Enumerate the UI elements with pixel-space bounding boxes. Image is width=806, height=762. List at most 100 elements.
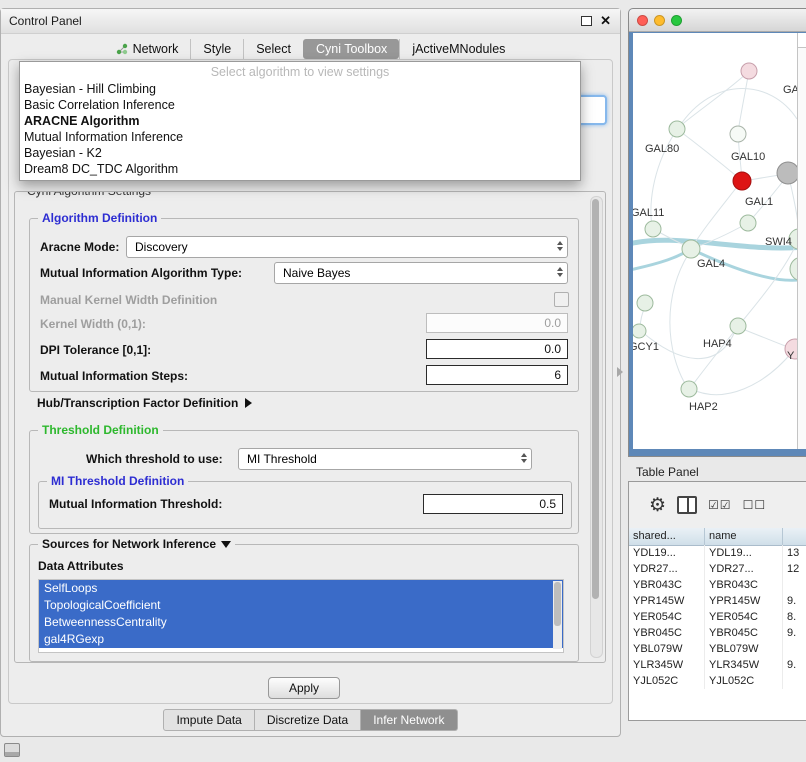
node-label: GAL11 (633, 207, 664, 219)
network-node[interactable] (633, 324, 646, 338)
settings-scrollbar[interactable] (590, 196, 603, 658)
scrollbar-button[interactable] (798, 33, 806, 48)
network-node[interactable] (741, 63, 757, 79)
algorithm-option-basic-correlation-inference[interactable]: Basic Correlation Inference (20, 97, 580, 113)
network-edge (679, 88, 797, 127)
table-row[interactable]: YLR345WYLR345W9. (629, 657, 806, 673)
node-label: GAL80 (645, 143, 679, 155)
table-cell: YLR345W (705, 657, 783, 673)
select-all-icon[interactable]: ☑☑ (708, 498, 732, 512)
tab-network[interactable]: Network (104, 39, 191, 59)
table-row[interactable]: YER054CYER054C8. (629, 609, 806, 625)
sources-title-text: Sources for Network Inference (42, 537, 216, 551)
gear-icon[interactable]: ⚙ (649, 496, 666, 515)
network-canvas[interactable]: GAL80GAL10GAL11GAL1SWI4GAL4GCY1HAP4HAP2G… (633, 33, 798, 449)
algorithm-definition-group: Algorithm Definition Aracne Mode: Discov… (29, 218, 579, 392)
data-attribute-item[interactable]: gal4RGexp (39, 631, 563, 648)
table-cell: YJL052C (629, 673, 705, 689)
aracne-mode-combo[interactable]: Discovery (126, 236, 568, 258)
mi-type-combo[interactable]: Naive Bayes (274, 262, 568, 284)
data-attributes-label: Data Attributes (38, 559, 124, 573)
list-scrollbar[interactable] (553, 581, 562, 649)
dpi-tolerance-field[interactable]: 0.0 (426, 339, 568, 359)
table-cell (783, 641, 806, 657)
table-cell: YDL19... (629, 545, 705, 561)
table-cell: 9. (783, 625, 806, 641)
sources-group-title[interactable]: Sources for Network Inference (38, 537, 235, 551)
network-window: GAL80GAL10GAL11GAL1SWI4GAL4GCY1HAP4HAP2G… (628, 8, 806, 457)
table-cell: YBL079W (629, 641, 705, 657)
dropdown-placeholder: Select algorithm to view settings (20, 64, 580, 81)
network-node[interactable] (733, 172, 751, 190)
close-icon[interactable]: ✕ (600, 13, 611, 29)
network-node[interactable] (645, 221, 661, 237)
network-node[interactable] (681, 381, 697, 397)
mi-threshold-field[interactable]: 0.5 (423, 494, 563, 514)
tab-label: Network (133, 42, 179, 56)
bottom-tabs: Impute DataDiscretize DataInfer Network (1, 709, 620, 731)
tab-style[interactable]: Style (190, 39, 243, 59)
mac-zoom-button[interactable] (671, 15, 682, 26)
table-row[interactable]: YBR043CYBR043C (629, 577, 806, 593)
mi-steps-field[interactable]: 6 (426, 365, 568, 385)
tab-cyni-toolbox[interactable]: Cyni Toolbox (303, 39, 399, 59)
mi-steps-value: 6 (554, 368, 561, 382)
network-node[interactable] (669, 121, 685, 137)
algorithm-option-mutual-information-inference[interactable]: Mutual Information Inference (20, 129, 580, 145)
data-attribute-item[interactable]: SelfLoops (39, 580, 563, 597)
mac-minimize-button[interactable] (654, 15, 665, 26)
table-row[interactable]: YBR045CYBR045C9. (629, 625, 806, 641)
splitter-handle[interactable] (617, 367, 623, 377)
scrollbar-thumb[interactable] (592, 199, 599, 599)
float-panel-icon[interactable] (581, 16, 592, 26)
panel-dock-icon[interactable] (4, 743, 20, 757)
algorithm-option-bayesian-k2[interactable]: Bayesian - K2 (20, 145, 580, 161)
data-attribute-item[interactable]: TopologicalCoefficient (39, 597, 563, 614)
column-header[interactable]: shared... (629, 528, 705, 545)
network-edge (679, 73, 747, 127)
network-node[interactable] (730, 126, 746, 142)
algorithm-option-dream8-dc-tdc-algorithm[interactable]: Dream8 DC_TDC Algorithm (20, 161, 580, 177)
network-node[interactable] (740, 215, 756, 231)
table-row[interactable]: YBL079WYBL079W (629, 641, 806, 657)
table-row[interactable]: YDL19...YDL19...13 (629, 545, 806, 561)
table-panel-title: Table Panel (636, 465, 699, 479)
manual-kernel-label: Manual Kernel Width Definition (40, 293, 217, 307)
tab-select[interactable]: Select (243, 39, 303, 59)
bottom-tab-impute-data[interactable]: Impute Data (163, 709, 254, 731)
data-attributes-list[interactable]: SelfLoopsTopologicalCoefficientBetweenne… (38, 579, 564, 653)
table-cell: 9. (783, 593, 806, 609)
bottom-tab-infer-network[interactable]: Infer Network (361, 709, 457, 731)
table-cell: YBR043C (705, 577, 783, 593)
apply-button[interactable]: Apply (268, 677, 340, 699)
table-cell: YBR045C (629, 625, 705, 641)
mi-type-label: Mutual Information Algorithm Type: (40, 266, 242, 280)
network-node[interactable] (682, 240, 700, 258)
table-row[interactable]: YJL052CYJL052C (629, 673, 806, 689)
network-node[interactable] (777, 162, 798, 184)
algorithm-option-aracne-algorithm[interactable]: ARACNE Algorithm (20, 113, 580, 129)
data-attribute-item[interactable]: BetweennessCentrality (39, 614, 563, 631)
table-cell: 13 (783, 545, 806, 561)
network-scrollbar[interactable] (797, 33, 806, 449)
manual-kernel-checkbox[interactable] (554, 292, 569, 307)
table-cell: YPR145W (629, 593, 705, 609)
bottom-tab-discretize-data[interactable]: Discretize Data (255, 709, 361, 731)
cyni-algorithm-settings-group: Cyni Algorithm Settings Algorithm Defini… (14, 191, 606, 663)
table-row[interactable]: YPR145WYPR145W9. (629, 593, 806, 609)
tab-jactivemnodules[interactable]: jActiveMNodules (399, 39, 517, 59)
table-row[interactable]: YDR27...YDR27...12 (629, 561, 806, 577)
dpi-tolerance-value: 0.0 (544, 342, 561, 356)
column-header[interactable] (783, 528, 806, 545)
mac-close-button[interactable] (637, 15, 648, 26)
deselect-all-icon[interactable]: ☐☐ (743, 498, 767, 512)
network-node[interactable] (730, 318, 746, 334)
column-selector-icon[interactable] (677, 496, 697, 514)
algorithm-option-bayesian-hill-climbing[interactable]: Bayesian - Hill Climbing (20, 81, 580, 97)
network-icon (116, 43, 128, 55)
column-header[interactable]: name (705, 528, 783, 545)
network-node[interactable] (637, 295, 653, 311)
hub-definition-toggle[interactable]: Hub/Transcription Factor Definition (37, 396, 252, 410)
threshold-type-combo[interactable]: MI Threshold (238, 448, 532, 470)
threshold-type-value: MI Threshold (247, 452, 317, 466)
